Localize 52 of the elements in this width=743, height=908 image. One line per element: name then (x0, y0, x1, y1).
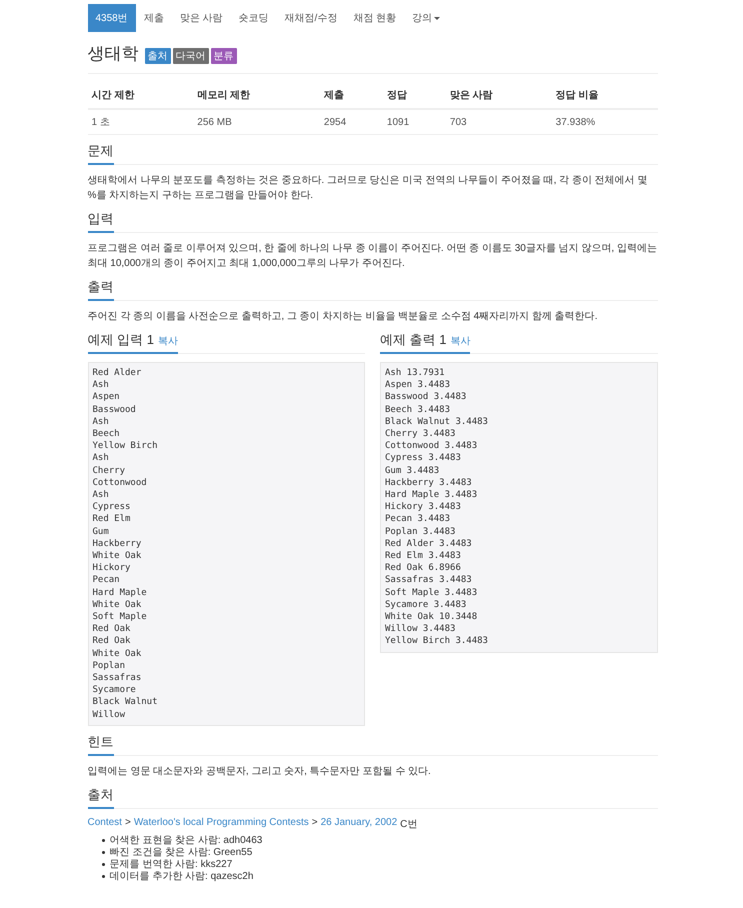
bullet-icon (102, 851, 104, 854)
breadcrumb-text: C번 (400, 818, 418, 831)
table-cell: 256 MB (193, 109, 320, 134)
code-block: Ash 13.7931 Aspen 3.4483 Basswood 3.4483 Beech 3.4483 Black Walnut 3.4483 Cherry 3.4483 Cottonwood 3.4483 Cypress 3.4483 Gum 3.4483 Hackberry 3.4483 Hard Maple 3.4483 Hickory 3.4483 Pecan 3.4483 Poplan 3.4483 Red Alder 3.4483 Red Elm 3.4483 Red Oak 6.8966 Sassafras 3.4483 Soft Maple 3.4483 Sycamore 3.4483 White Oak 10.3448 Willow 3.4483 Yellow Birch 3.4483 (380, 362, 658, 653)
section-heading: 출력 (88, 278, 114, 301)
table-cell: 37.938% (552, 109, 658, 134)
credit-text: 문제를 번역한 사람: kks227 (110, 858, 232, 871)
breadcrumb-link[interactable]: Contest (88, 816, 122, 831)
nav-tab[interactable]: 맞은 사람 (172, 4, 231, 32)
table-cell: 1091 (382, 109, 446, 134)
copy-link[interactable]: 복사 (450, 334, 470, 348)
credit-text: 어색한 표현을 찾은 사람: adh0463 (110, 834, 262, 847)
breadcrumb-link[interactable]: 26 January, 2002 (320, 816, 398, 831)
section-heading: 출처 (88, 786, 114, 809)
column-header: 메모리 제한 (193, 82, 320, 109)
bullet-icon (102, 863, 104, 866)
column-header: 정답 (382, 82, 446, 109)
section-heading: 힌트 (88, 732, 114, 756)
sample-heading: 예제 입력 1 (88, 331, 154, 349)
code-block: Red Alder Ash Aspen Basswood Ash Beech Yellow Birch Ash Cherry Cottonwood Ash Cypress Red Elm Gum Hackberry White Oak Hickory Pecan Hard Maple White Oak Soft Maple Red Oak Red Oak White Oak Poplan Sassafras Sycamore Black Walnut Willow (88, 362, 365, 726)
column-header: 제출 (320, 82, 383, 109)
table-cell: 1 초 (88, 109, 194, 134)
nav-tab[interactable]: 채점 현황 (345, 4, 404, 32)
page-title: 생태학 (88, 43, 138, 65)
nav-tab[interactable]: 4358번 (88, 4, 136, 32)
column-header: 맞은 사람 (446, 82, 552, 109)
copy-link[interactable]: 복사 (158, 334, 178, 348)
credit-text: 빠진 조건을 찾은 사람: Green55 (110, 846, 252, 859)
nav-tab[interactable]: 강의 (404, 4, 448, 32)
column-header: 시간 제한 (88, 82, 194, 109)
breadcrumb-text: > (312, 816, 318, 830)
breadcrumb-text: > (124, 816, 131, 830)
nav-tab[interactable]: 숏코딩 (230, 4, 277, 32)
breadcrumb-link[interactable]: Waterloo's local Programming Contests (134, 816, 309, 831)
nav-tab[interactable]: 재채점/수정 (276, 4, 346, 32)
section-text: 생태학에서 나무의 분포도를 측정하는 것은 중요하다. 그러므로 당신은 미국 전역의 나무들이 주어졌을 때, 각 종이 전체에서 몇 %를 차지하는지 구하는 프로그램을 만들어야 한다. (88, 174, 649, 203)
bullet-icon (102, 839, 104, 842)
bullet-icon (102, 875, 104, 878)
section-text: 프로그램은 여러 줄로 이루어져 있으며, 한 줄에 하나의 나무 종 이름이 주어진다. 어떤 종 이름도 30글자를 넘지 않으며, 입력에는 최대 10,000개의 종이 주어지고 최대 1,000,000그루의 나무가 주어진다. (88, 242, 658, 271)
credit-text: 데이터를 추가한 사람: qazesc2h (110, 870, 254, 883)
section-heading: 입력 (88, 210, 114, 233)
column-header: 정답 비율 (552, 82, 658, 109)
table-cell: 2954 (320, 109, 383, 134)
section-heading: 문제 (88, 142, 114, 165)
label-tag[interactable]: 다국어 (172, 48, 208, 64)
section-text: 주어진 각 종의 이름을 사전순으로 출력하고, 그 종이 차지하는 비율을 백분율로 소수점 4째자리까지 함께 출력한다. (88, 310, 599, 324)
nav-tab[interactable]: 제출 (136, 4, 172, 32)
sample-heading: 예제 출력 1 (380, 331, 446, 349)
section-text: 입력에는 영문 대소문자와 공백문자, 그리고 숫자, 특수문자만 포함될 수 있다. (88, 764, 432, 779)
table-cell: 703 (446, 109, 552, 134)
label-tag[interactable]: 분류 (210, 48, 236, 64)
label-tag[interactable]: 출처 (144, 48, 170, 64)
